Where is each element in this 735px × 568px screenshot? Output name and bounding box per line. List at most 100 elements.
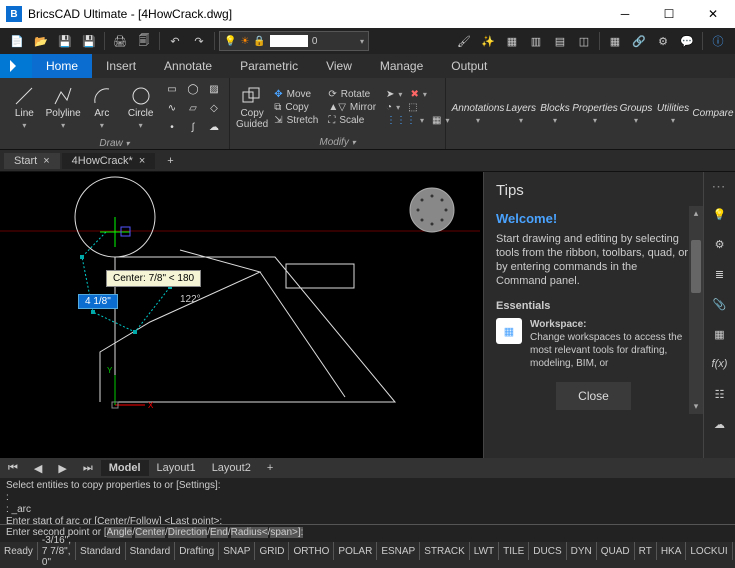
sliders-icon[interactable]: ⚙ [709,233,731,255]
maximize-button[interactable]: ☐ [647,0,691,28]
tab-parametric[interactable]: Parametric [226,54,312,78]
mirror-button[interactable]: ▲▽Mirror [324,101,380,114]
move-button[interactable]: ✥Move [270,88,322,101]
nav-last-icon[interactable]: ⏭ [75,460,101,477]
rotate-button[interactable]: ⟳Rotate [324,88,380,101]
fx-icon[interactable]: f(x) [709,353,731,375]
hatch-icon[interactable]: ▨ [203,80,225,98]
tab-manage[interactable]: Manage [366,54,437,78]
toggle-ducs[interactable]: DUCS [529,542,566,560]
print-icon[interactable]: 🖨 [109,30,131,52]
cloud-icon[interactable]: ☁ [203,118,225,136]
copy-button[interactable]: ⧉Copy [270,101,322,114]
toggle-ortho[interactable]: ORTHO [289,542,334,560]
nav-next-icon[interactable]: ▶ [50,460,74,477]
grid-icon[interactable]: ▦ [709,323,731,345]
toggle-snap[interactable]: SNAP [219,542,255,560]
app-menu-button[interactable] [0,54,32,78]
scale-button[interactable]: ⛶Scale [324,114,380,127]
close-tab-icon[interactable]: × [139,155,145,167]
paintbrush-icon[interactable]: 🖌 [453,30,475,52]
properties-icon[interactable]: ▦ [604,30,626,52]
toggle-hka[interactable]: HKA [657,542,687,560]
redo-icon[interactable]: ↷ [188,30,210,52]
fillet-button[interactable]: ◔▾⬚ [382,101,453,114]
spline-icon[interactable]: ∿ [161,99,183,117]
tab-layout2[interactable]: Layout2 [204,460,259,476]
status-drafting[interactable]: Drafting [175,542,219,560]
groups-panel[interactable]: Groups▾ [618,101,654,127]
properties-panel[interactable]: Properties▾ [572,101,618,127]
status-standard-2[interactable]: Standard [126,542,176,560]
ellipse-icon[interactable]: ◯ [182,80,204,98]
tips-close-button[interactable]: Close [556,382,631,410]
tab-model[interactable]: Model [101,460,149,476]
compare-panel[interactable]: Compare [692,106,734,121]
chat-icon[interactable]: 💬 [676,30,698,52]
tab-home[interactable]: Home [32,54,92,78]
open-icon[interactable]: 📂 [30,30,52,52]
tips-scrollbar[interactable]: ▴▾ [689,206,703,414]
layers-panel[interactable]: Layers▾ [504,101,538,127]
toggle-dyn[interactable]: DYN [567,542,597,560]
toggle-tile[interactable]: TILE [499,542,529,560]
toggle-quad[interactable]: QUAD [597,542,635,560]
layer-dropdown[interactable]: 💡 ☀ 🔒 0 ▾ [219,31,369,51]
add-layout-button[interactable]: + [259,460,281,476]
drawing-canvas[interactable]: X Y 122° Center: 7/8" < 180 4 1/8" [0,172,483,458]
trim-button[interactable]: ➤▾✖▾ [382,88,453,101]
toggle-lwt[interactable]: LWT [470,542,499,560]
save-icon[interactable]: 💾 [54,30,76,52]
grid3-icon[interactable]: ▤ [549,30,571,52]
lightbulb-icon[interactable]: 💡 [709,203,731,225]
undo-icon[interactable]: ↶ [164,30,186,52]
wand-icon[interactable]: ✨ [477,30,499,52]
new-icon[interactable]: 📄 [6,30,28,52]
copy-guided-button[interactable]: CopyGuided [236,86,268,130]
rect-icon[interactable]: ▭ [161,80,183,98]
boundary-icon[interactable]: ◇ [203,99,225,117]
command-history[interactable]: Select entities to copy properties to or… [0,478,735,524]
gear-icon[interactable]: ⚙ [652,30,674,52]
toggle-strack[interactable]: STRACK [420,542,470,560]
toggle-esnap[interactable]: ESNAP [377,542,420,560]
attach-icon[interactable]: 📎 [709,293,731,315]
nav-first-icon[interactable]: ⏮ [0,460,26,477]
circle-button[interactable]: Circle▾ [122,84,159,132]
dynamic-dimension-input[interactable]: 4 1/8" [78,294,118,309]
region-icon[interactable]: ▱ [182,99,204,117]
grid2-icon[interactable]: ▥ [525,30,547,52]
status-standard-1[interactable]: Standard [76,542,126,560]
structure-icon[interactable]: ☷ [709,383,731,405]
saveas-icon[interactable]: 💾 [78,30,100,52]
help-icon[interactable]: ⓘ [707,30,729,52]
curve-icon[interactable]: ∫ [182,118,204,136]
point-icon[interactable]: • [161,118,183,136]
command-prompt[interactable]: Enter second point or [Angle/Center/Dire… [0,524,735,542]
toggle-lockui[interactable]: LOCKUI [686,542,732,560]
grid4-icon[interactable]: ◫ [573,30,595,52]
close-window-button[interactable]: ✕ [691,0,735,28]
stretch-button[interactable]: ⇲Stretch [270,114,322,127]
utilities-panel[interactable]: Utilities▾ [654,101,692,127]
toggle-grid[interactable]: GRID [255,542,289,560]
array-button[interactable]: ⋮⋮⋮▾▦▾ [382,114,453,127]
blocks-panel[interactable]: Blocks▾ [538,101,572,127]
annotations-panel[interactable]: Annotations▾ [452,101,504,127]
new-tab-button[interactable]: + [157,153,183,169]
nav-prev-icon[interactable]: ◀ [26,460,50,477]
cloud-icon[interactable]: ☁ [709,413,731,435]
tab-view[interactable]: View [312,54,366,78]
tab-insert[interactable]: Insert [92,54,150,78]
toggle-rt[interactable]: RT [635,542,657,560]
tab-document[interactable]: 4HowCrack*× [62,153,156,169]
side-more-icon[interactable]: ⋯ [712,178,728,195]
toggle-polar[interactable]: POLAR [334,542,377,560]
print-preview-icon[interactable]: 🗐 [133,30,155,52]
polyline-button[interactable]: Polyline▾ [45,84,82,132]
close-tab-icon[interactable]: × [43,155,49,167]
tab-layout1[interactable]: Layout1 [149,460,204,476]
link-icon[interactable]: 🔗 [628,30,650,52]
arc-button[interactable]: Arc▾ [84,84,121,132]
layers-icon[interactable]: ≣ [709,263,731,285]
